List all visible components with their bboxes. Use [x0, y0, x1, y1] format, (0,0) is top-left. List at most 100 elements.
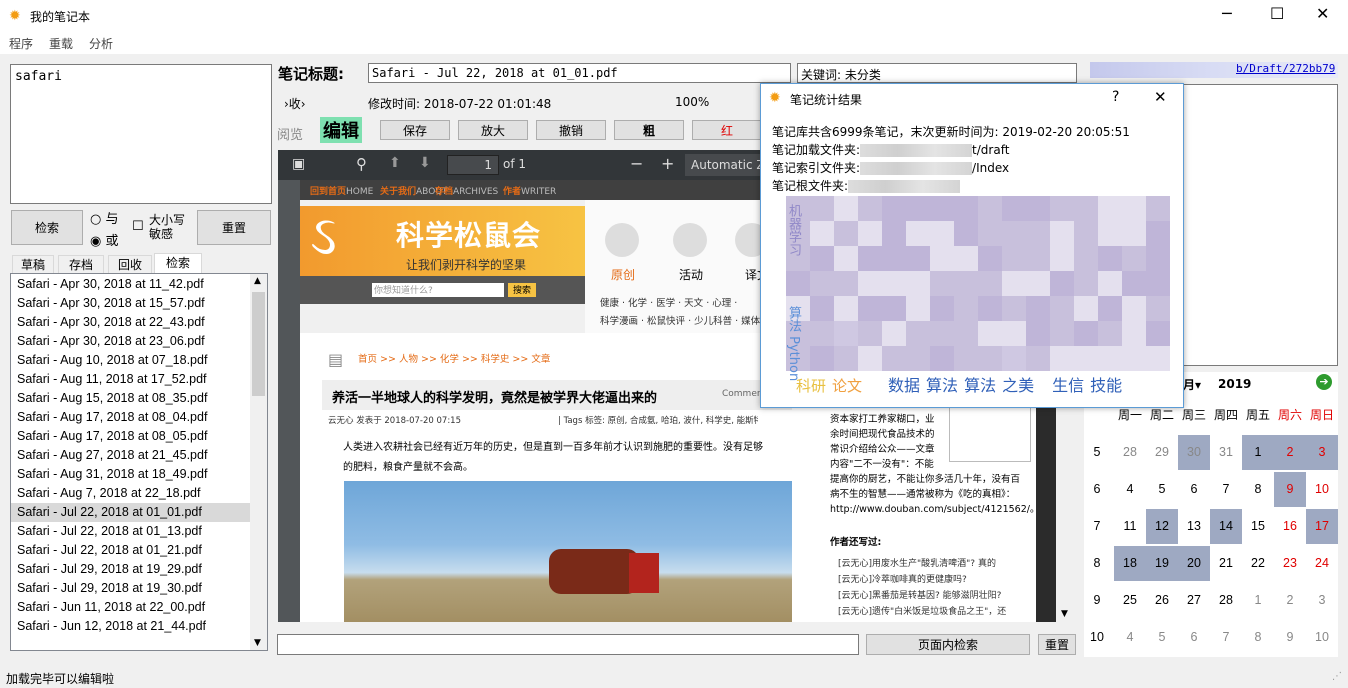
calendar-day[interactable]: 12	[1146, 509, 1178, 544]
calendar-day[interactable]: 6	[1178, 620, 1210, 655]
calendar-day[interactable]: 9	[1274, 472, 1306, 507]
calendar-day[interactable]: 8	[1242, 472, 1274, 507]
reset-button[interactable]: 重置	[197, 210, 271, 245]
category-activity[interactable]: 活动	[679, 266, 703, 283]
site-search-input[interactable]: 你想知道什么?	[372, 283, 504, 297]
menu-analyze[interactable]: 分析	[89, 35, 113, 52]
next-month-icon[interactable]: ➔	[1316, 374, 1332, 390]
file-list-item[interactable]: Safari - Apr 30, 2018 at 15_57.pdf	[11, 294, 251, 313]
calendar-day[interactable]: 16	[1274, 509, 1306, 544]
page-number-input[interactable]: 1	[447, 155, 499, 175]
file-list-item[interactable]: Safari - Aug 17, 2018 at 08_05.pdf	[11, 427, 251, 446]
calendar-day[interactable]: 19	[1146, 546, 1178, 581]
file-list-item[interactable]: Safari - Jul 29, 2018 at 19_30.pdf	[11, 579, 251, 598]
radio-or[interactable]: ◉ 或	[90, 230, 119, 249]
path-link[interactable]: b/Draft/272bb79	[1236, 62, 1335, 75]
calendar-day[interactable]: 2	[1274, 435, 1306, 470]
red-button[interactable]: 红	[692, 120, 762, 140]
calendar-day[interactable]: 10	[1306, 472, 1338, 507]
calendar-day[interactable]: 9	[1274, 620, 1306, 655]
close-icon[interactable]: ✕	[1316, 4, 1329, 23]
page-search-input[interactable]	[277, 634, 859, 655]
site-search-button[interactable]: 搜索	[508, 283, 536, 297]
read-mode-label[interactable]: 阅览	[277, 124, 303, 143]
calendar-day[interactable]: 31	[1210, 435, 1242, 470]
calendar-day[interactable]: 13	[1178, 509, 1210, 544]
file-list-item[interactable]: Safari - Jul 22, 2018 at 01_01.pdf	[11, 503, 251, 522]
calendar-day[interactable]: 21	[1210, 546, 1242, 581]
calendar-day[interactable]: 10	[1306, 620, 1338, 655]
calendar-year[interactable]: 2019	[1218, 377, 1251, 391]
file-list-item[interactable]: Safari - Apr 30, 2018 at 11_42.pdf	[11, 275, 251, 294]
minimize-icon[interactable]: ─	[1222, 4, 1232, 23]
file-list-item[interactable]: Safari - Jul 29, 2018 at 19_29.pdf	[11, 560, 251, 579]
file-list-item[interactable]: Safari - Jun 11, 2018 at 22_00.pdf	[11, 598, 251, 617]
file-list-scrollbar[interactable]: ▲ ▼	[250, 274, 267, 650]
calendar-day[interactable]: 26	[1146, 583, 1178, 618]
category-original[interactable]: 原创	[611, 266, 635, 283]
calendar-day[interactable]: 8	[1242, 620, 1274, 655]
calendar-day[interactable]: 3	[1306, 583, 1338, 618]
calendar-day[interactable]: 5	[1146, 620, 1178, 655]
undo-button[interactable]: 撤销	[536, 120, 606, 140]
calendar-day[interactable]: 27	[1178, 583, 1210, 618]
file-list-item[interactable]: Safari - Apr 30, 2018 at 22_43.pdf	[11, 313, 251, 332]
file-list-item[interactable]: Safari - Aug 17, 2018 at 08_04.pdf	[11, 408, 251, 427]
scroll-thumb[interactable]	[252, 292, 265, 396]
file-list-item[interactable]: Safari - Jul 22, 2018 at 01_13.pdf	[11, 522, 251, 541]
file-list-item[interactable]: Safari - Aug 7, 2018 at 22_18.pdf	[11, 484, 251, 503]
search-icon[interactable]: ⚲	[356, 155, 367, 173]
calendar-day[interactable]: 5	[1146, 472, 1178, 507]
tab-search[interactable]: 检索	[154, 253, 202, 273]
file-list-item[interactable]: Safari - Apr 30, 2018 at 23_06.pdf	[11, 332, 251, 351]
calendar-day[interactable]: 25	[1114, 583, 1146, 618]
menu-reload[interactable]: 重载	[49, 35, 73, 52]
calendar-day[interactable]: 4	[1114, 472, 1146, 507]
calendar-day[interactable]: 23	[1274, 546, 1306, 581]
file-list-item[interactable]: Safari - Aug 27, 2018 at 21_45.pdf	[11, 446, 251, 465]
calendar-day[interactable]: 1	[1242, 435, 1274, 470]
file-list-item[interactable]: Safari - Aug 11, 2018 at 17_52.pdf	[11, 370, 251, 389]
zoom-in-button[interactable]: 放大	[458, 120, 528, 140]
tab-recycle[interactable]: 回收	[108, 255, 152, 273]
resize-grip-icon[interactable]: ⋰	[1332, 671, 1342, 682]
calendar-day[interactable]: 28	[1114, 435, 1146, 470]
file-list-item[interactable]: Safari - Aug 10, 2018 at 07_18.pdf	[11, 351, 251, 370]
page-search-button[interactable]: 页面内检索	[866, 634, 1030, 655]
calendar-day[interactable]: 29	[1146, 435, 1178, 470]
calendar-day[interactable]: 14	[1210, 509, 1242, 544]
note-title-input[interactable]: Safari - Jul 22, 2018 at 01_01.pdf	[368, 63, 791, 83]
site-nav-home[interactable]: 回到首页HOME	[310, 184, 373, 197]
sidebar-toggle-icon[interactable]: ▣	[292, 156, 305, 172]
site-nav-archives[interactable]: 存档ARCHIVES	[435, 184, 498, 197]
site-nav-writer[interactable]: 作者WRITER	[503, 184, 556, 197]
file-list-item[interactable]: Safari - Aug 31, 2018 at 18_49.pdf	[11, 465, 251, 484]
case-checkbox-box[interactable]: ☐	[132, 219, 144, 234]
calendar-day[interactable]: 30	[1178, 435, 1210, 470]
calendar-day[interactable]: 15	[1242, 509, 1274, 544]
file-list-item[interactable]: Safari - Aug 15, 2018 at 08_35.pdf	[11, 389, 251, 408]
calendar-day[interactable]: 7	[1210, 620, 1242, 655]
dialog-close-icon[interactable]: ✕	[1154, 88, 1167, 106]
calendar-day[interactable]: 22	[1242, 546, 1274, 581]
scroll-down-icon[interactable]: ▼	[254, 638, 261, 648]
calendar-day[interactable]: 17	[1306, 509, 1338, 544]
page-reset-button[interactable]: 重置	[1038, 634, 1076, 655]
calendar-month[interactable]: 月▾	[1183, 376, 1201, 393]
calendar-day[interactable]: 28	[1210, 583, 1242, 618]
prev-page-icon[interactable]: ⬆	[389, 155, 401, 171]
search-textarea[interactable]: safari	[10, 64, 272, 204]
edit-mode-label[interactable]: 编辑	[320, 117, 362, 143]
bold-button[interactable]: 粗	[614, 120, 684, 140]
tab-draft[interactable]: 草稿	[12, 255, 54, 273]
file-list[interactable]: Safari - Apr 30, 2018 at 11_42.pdf Safari…	[10, 273, 268, 651]
calendar-day[interactable]: 1	[1242, 583, 1274, 618]
calendar-day[interactable]: 24	[1306, 546, 1338, 581]
zoom-out-icon[interactable]: −	[630, 154, 643, 173]
author-link[interactable]: [云无心]用废水生产"酸乳清啤酒"? 真的	[838, 556, 1038, 572]
author-link[interactable]: [云无心]黑番茄是转基因? 能够滋阴壮阳?	[838, 588, 1038, 604]
tab-archive[interactable]: 存档	[58, 255, 104, 273]
menu-program[interactable]: 程序	[9, 35, 33, 52]
collapse-toggle[interactable]: ›收›	[284, 95, 306, 112]
calendar-day[interactable]: 6	[1178, 472, 1210, 507]
